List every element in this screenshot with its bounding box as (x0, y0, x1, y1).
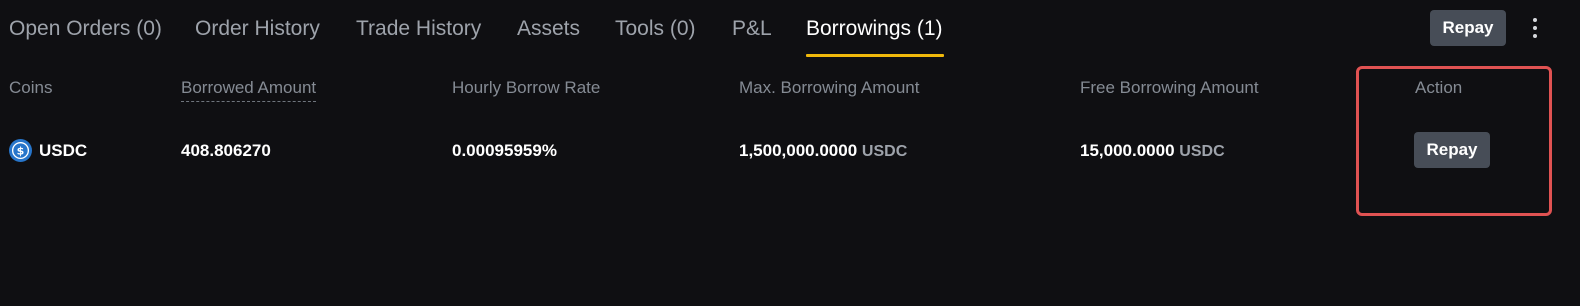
more-vertical-icon[interactable] (1524, 14, 1546, 42)
column-header-borrowed-amount[interactable]: Borrowed Amount (181, 76, 317, 102)
repay-button-row[interactable]: Repay (1414, 132, 1490, 168)
tab-bar: Open Orders (0) Order History Trade Hist… (0, 0, 1580, 58)
tab-pnl[interactable]: P&L (732, 12, 772, 46)
usdc-icon: $ (9, 139, 32, 162)
column-header-max-borrowing: Max. Borrowing Amount (739, 78, 920, 97)
max-borrowing-cell: 1,500,000.0000 USDC (739, 138, 907, 164)
svg-text:$: $ (17, 145, 25, 158)
active-tab-indicator (806, 54, 944, 57)
column-header-free-borrowing: Free Borrowing Amount (1080, 78, 1259, 97)
free-borrowing-value: 15,000.0000 (1080, 141, 1175, 160)
borrowed-amount-value: 408.806270 (181, 141, 271, 160)
tab-tools[interactable]: Tools (0) (615, 12, 696, 46)
column-header-action: Action (1415, 78, 1463, 97)
max-borrowing-unit: USDC (861, 143, 908, 160)
tab-trade-history[interactable]: Trade History (356, 12, 481, 46)
column-header-hourly-rate: Hourly Borrow Rate (452, 78, 601, 97)
hourly-rate-value: 0.00095959% (452, 141, 557, 160)
repay-button-toolbar[interactable]: Repay (1430, 10, 1506, 46)
tab-borrowings[interactable]: Borrowings (1) (806, 12, 943, 46)
tab-order-history[interactable]: Order History (195, 12, 320, 46)
tab-open-orders[interactable]: Open Orders (0) (9, 12, 162, 46)
max-borrowing-value: 1,500,000.0000 (739, 141, 858, 160)
free-borrowing-cell: 15,000.0000 USDC (1080, 138, 1225, 164)
tab-assets[interactable]: Assets (517, 12, 580, 46)
coin-name: USDC (39, 141, 88, 160)
column-header-coins: Coins (9, 78, 53, 97)
free-borrowing-unit: USDC (1179, 143, 1225, 160)
